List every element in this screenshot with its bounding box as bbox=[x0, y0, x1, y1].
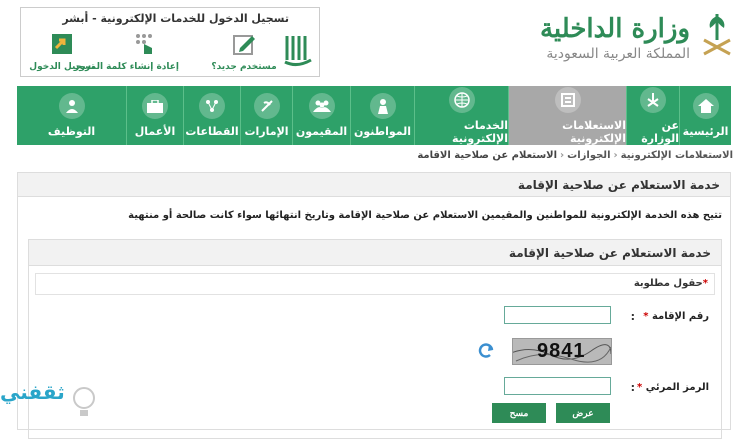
required-star: * bbox=[637, 382, 643, 393]
breadcrumb: الاستعلامات الإلكترونية‹الجوازات‹الاستعل… bbox=[417, 150, 733, 161]
nav-home-label: الرئيسية bbox=[682, 125, 729, 138]
service-title: خدمة الاستعلام عن صلاحية الإقامة bbox=[18, 173, 730, 197]
nav-about-label: عن الوزارة bbox=[641, 118, 679, 145]
nav-sectors[interactable]: القطاعات bbox=[183, 86, 240, 145]
employment-icon bbox=[58, 93, 85, 119]
login-icon bbox=[52, 34, 72, 54]
absher-logo-icon bbox=[284, 36, 312, 67]
breadcrumb-current: الاستعلام عن صلاحية الاقامة bbox=[417, 150, 558, 161]
emblem-icon bbox=[640, 86, 666, 113]
colon: : bbox=[630, 310, 635, 323]
required-star: * bbox=[702, 278, 708, 289]
nav-citizens-label: المواطنون bbox=[353, 125, 412, 138]
required-star: * bbox=[643, 311, 649, 322]
captcha-label-text: الرمز المرئي bbox=[645, 382, 709, 393]
globe-icon bbox=[448, 86, 475, 113]
nav-home[interactable]: الرئيسية bbox=[679, 86, 731, 145]
nav-about[interactable]: عن الوزارة bbox=[626, 86, 679, 145]
required-note-text: حقول مطلوبة bbox=[633, 278, 703, 289]
absher-login-box: تسجيل الدخول للخدمات الإلكترونية - أبشر … bbox=[20, 7, 320, 77]
breadcrumb-passports[interactable]: الجوازات bbox=[567, 150, 610, 161]
captcha-image: 9841 bbox=[512, 338, 612, 365]
inquiry-form: خدمة الاستعلام عن صلاحية الإقامة *حقول م… bbox=[28, 239, 722, 439]
iqama-number-input[interactable] bbox=[504, 306, 611, 324]
breadcrumb-separator-icon: ‹ bbox=[560, 150, 565, 161]
ministry-logo[interactable]: وزارة الداخلية المملكة العربية السعودية bbox=[498, 8, 738, 73]
new-user-label: مستخدم جديد؟ bbox=[211, 62, 277, 72]
ministry-name: وزارة الداخلية bbox=[539, 14, 690, 44]
absher-title: تسجيل الدخول للخدمات الإلكترونية - أبشر bbox=[62, 12, 289, 25]
captcha-label: الرمز المرئي * bbox=[637, 382, 709, 393]
required-fields-note: *حقول مطلوبة bbox=[35, 273, 715, 295]
captcha-input[interactable] bbox=[504, 377, 611, 395]
nav-e-services[interactable]: الخدمات الإلكترونية bbox=[414, 86, 508, 145]
home-icon bbox=[692, 93, 719, 119]
residents-icon bbox=[308, 93, 335, 119]
reset-password-link[interactable]: إعادة إنشاء كلمة المرور bbox=[74, 32, 179, 72]
nav-emirates-label: الإمارات bbox=[244, 125, 289, 138]
submit-button[interactable]: عرض bbox=[556, 403, 610, 423]
clear-button[interactable]: مسح bbox=[492, 403, 546, 423]
iqama-number-label: رقم الإقامة * bbox=[643, 311, 709, 322]
breadcrumb-separator-icon: ‹ bbox=[613, 150, 618, 161]
nav-residents-label: المقيمون bbox=[295, 125, 348, 138]
nav-business[interactable]: الأعمال bbox=[126, 86, 183, 145]
watermark-text: ثقفني bbox=[0, 380, 65, 404]
nav-sectors-label: القطاعات bbox=[185, 125, 239, 138]
nav-inquiries[interactable]: الاستعلامات الإلكترونية bbox=[508, 86, 626, 145]
reset-password-label: إعادة إنشاء كلمة المرور bbox=[74, 62, 179, 72]
edit-icon bbox=[233, 35, 255, 55]
login-label: تسجيل الدخول bbox=[29, 62, 95, 72]
keypad-icon bbox=[136, 34, 152, 54]
nav-emirates[interactable]: الإمارات bbox=[240, 86, 292, 145]
service-description: تتيح هذه الخدمة الإلكترونية للمواطنين وا… bbox=[128, 210, 722, 221]
nav-residents[interactable]: المقيمون bbox=[292, 86, 350, 145]
nav-employment-label: التوظيف bbox=[47, 125, 96, 138]
breadcrumb-inquiries[interactable]: الاستعلامات الإلكترونية bbox=[621, 150, 733, 161]
captcha-text: 9841 bbox=[537, 340, 586, 362]
saudi-emblem-icon bbox=[703, 14, 731, 56]
nav-e-services-label: الخدمات الإلكترونية bbox=[452, 118, 508, 145]
service-panel: خدمة الاستعلام عن صلاحية الإقامة تتيح هذ… bbox=[17, 172, 731, 439]
nav-inquiries-label: الاستعلامات الإلكترونية bbox=[562, 118, 626, 145]
nav-citizens[interactable]: المواطنون bbox=[350, 86, 414, 145]
inquiry-icon bbox=[554, 86, 581, 113]
login-link[interactable]: تسجيل الدخول bbox=[27, 32, 97, 72]
nav-employment[interactable]: التوظيف bbox=[17, 86, 126, 145]
emirates-icon bbox=[253, 93, 280, 119]
colon: : bbox=[630, 381, 635, 394]
refresh-captcha-icon[interactable] bbox=[477, 342, 495, 360]
iqama-label-text: رقم الإقامة bbox=[651, 311, 709, 322]
briefcase-icon bbox=[142, 93, 168, 119]
ministry-country: المملكة العربية السعودية bbox=[546, 46, 690, 62]
new-user-link[interactable]: مستخدم جديد؟ bbox=[209, 32, 279, 72]
sectors-icon bbox=[199, 93, 225, 119]
form-title: خدمة الاستعلام عن صلاحية الإقامة bbox=[29, 240, 721, 266]
citizen-icon bbox=[369, 93, 396, 119]
main-navbar: الرئيسية عن الوزارة الاستعلامات الإلكترو… bbox=[17, 86, 731, 145]
nav-business-label: الأعمال bbox=[134, 125, 176, 138]
